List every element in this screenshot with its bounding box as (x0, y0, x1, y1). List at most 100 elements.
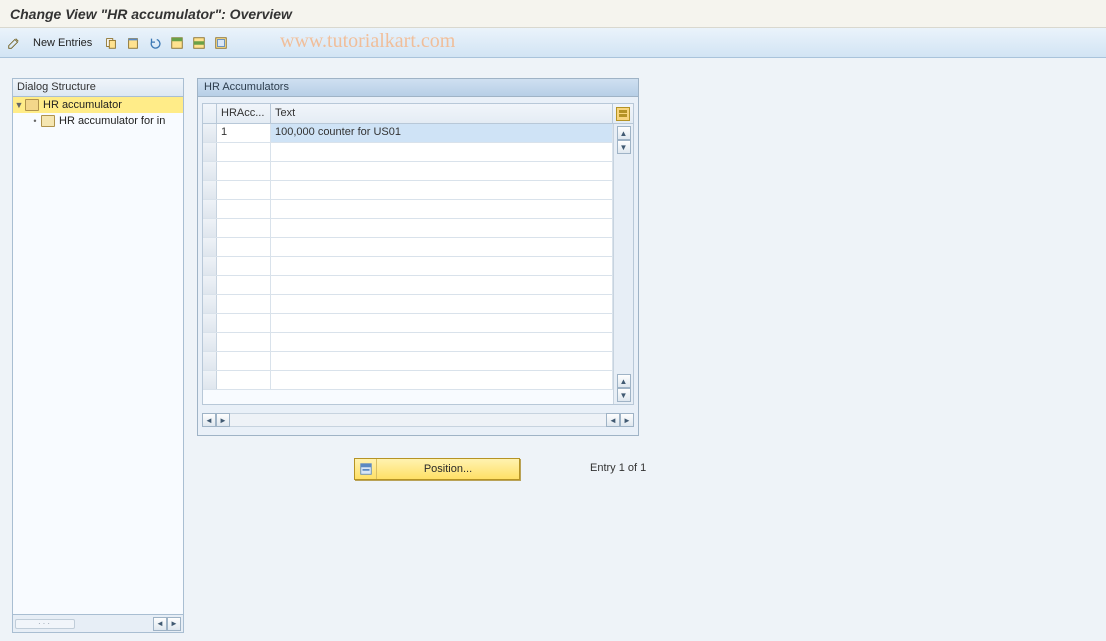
cell-hracc[interactable] (217, 181, 271, 199)
position-button[interactable]: Position... (354, 458, 520, 480)
cell-hracc[interactable] (217, 295, 271, 313)
scroll-left-icon[interactable]: ◄ (153, 617, 167, 631)
cell-hracc[interactable]: 1 (217, 124, 271, 142)
cell-text[interactable]: 100,000 counter for US01 (271, 124, 613, 142)
row-selector[interactable] (203, 257, 217, 275)
table-row[interactable] (203, 295, 613, 314)
scroll-right-icon[interactable]: ► (167, 617, 181, 631)
new-entries-button[interactable]: New Entries (26, 33, 99, 53)
table-row[interactable]: 1 100,000 counter for US01 (203, 124, 613, 143)
cell-hracc[interactable] (217, 314, 271, 332)
cell-text[interactable] (271, 257, 613, 275)
row-selector[interactable] (203, 162, 217, 180)
table-row[interactable] (203, 181, 613, 200)
page-title: Change View "HR accumulator": Overview (10, 6, 292, 22)
new-entries-label: New Entries (33, 37, 92, 49)
scroll-up-icon[interactable]: ▲ (617, 126, 631, 140)
dialog-structure-header: Dialog Structure (13, 79, 183, 97)
tree-item-hr-accumulator[interactable]: ▼ HR accumulator (13, 97, 183, 113)
table-row[interactable] (203, 200, 613, 219)
position-icon (355, 459, 377, 479)
table-row[interactable] (203, 314, 613, 333)
cell-text[interactable] (271, 333, 613, 351)
cell-text[interactable] (271, 371, 613, 389)
cell-hracc[interactable] (217, 238, 271, 256)
scroll-down-icon[interactable]: ▼ (617, 140, 631, 154)
table-row[interactable] (203, 371, 613, 390)
row-selector[interactable] (203, 124, 217, 142)
cell-text[interactable] (271, 162, 613, 180)
row-selector[interactable] (203, 238, 217, 256)
select-block-icon[interactable] (189, 33, 209, 53)
table-row[interactable] (203, 143, 613, 162)
table-row[interactable] (203, 352, 613, 371)
grid-horizontal-scrollbar[interactable]: ◄ ► ◄ ► (202, 411, 634, 429)
cell-hracc[interactable] (217, 333, 271, 351)
cell-text[interactable] (271, 295, 613, 313)
row-selector[interactable] (203, 314, 217, 332)
cell-hracc[interactable] (217, 200, 271, 218)
copy-as-icon[interactable] (101, 33, 121, 53)
grid-header-row: HRAcc... Text (203, 104, 633, 124)
hr-panel-header: HR Accumulators (198, 79, 638, 97)
grid-header-selector[interactable] (203, 104, 217, 123)
table-settings-icon (616, 107, 630, 121)
resize-handle[interactable]: ··· (15, 619, 75, 629)
tree-toggle-icon[interactable]: ▼ (13, 100, 25, 110)
hr-grid: HRAcc... Text 1 100,000 counter for US01 (202, 103, 634, 405)
cell-text[interactable] (271, 200, 613, 218)
table-row[interactable] (203, 219, 613, 238)
tree-bullet-icon: • (29, 116, 41, 126)
table-row[interactable] (203, 276, 613, 295)
cell-hracc[interactable] (217, 219, 271, 237)
cell-text[interactable] (271, 276, 613, 294)
select-all-icon[interactable] (167, 33, 187, 53)
table-row[interactable] (203, 238, 613, 257)
undo-icon[interactable] (145, 33, 165, 53)
tree-item-hr-accumulator-sub[interactable]: • HR accumulator for in (13, 113, 183, 129)
row-selector[interactable] (203, 219, 217, 237)
toggle-change-icon[interactable] (4, 33, 24, 53)
folder-closed-icon (41, 115, 55, 127)
cell-text[interactable] (271, 352, 613, 370)
grid-header-text[interactable]: Text (271, 104, 613, 123)
cell-text[interactable] (271, 181, 613, 199)
row-selector[interactable] (203, 276, 217, 294)
table-row[interactable] (203, 333, 613, 352)
scroll-up-icon[interactable]: ▲ (617, 374, 631, 388)
grid-vertical-scrollbar[interactable]: ▲ ▼ ▲ ▼ (613, 124, 633, 404)
cell-text[interactable] (271, 143, 613, 161)
scroll-left-icon[interactable]: ◄ (606, 413, 620, 427)
cell-hracc[interactable] (217, 371, 271, 389)
scroll-right-icon[interactable]: ► (216, 413, 230, 427)
watermark-text: www.tutorialkart.com (280, 30, 455, 53)
cell-hracc[interactable] (217, 143, 271, 161)
scroll-right-icon[interactable]: ► (620, 413, 634, 427)
cell-hracc[interactable] (217, 352, 271, 370)
row-selector[interactable] (203, 200, 217, 218)
cell-text[interactable] (271, 238, 613, 256)
row-selector[interactable] (203, 352, 217, 370)
row-selector[interactable] (203, 333, 217, 351)
table-row[interactable] (203, 162, 613, 181)
cell-hracc[interactable] (217, 257, 271, 275)
cell-hracc[interactable] (217, 276, 271, 294)
folder-open-icon (25, 99, 39, 111)
scroll-left-icon[interactable]: ◄ (202, 413, 216, 427)
scroll-down-icon[interactable]: ▼ (617, 388, 631, 402)
table-row[interactable] (203, 257, 613, 276)
deselect-all-icon[interactable] (211, 33, 231, 53)
grid-config-button[interactable] (613, 104, 633, 123)
row-selector[interactable] (203, 371, 217, 389)
cell-text[interactable] (271, 219, 613, 237)
grid-body: 1 100,000 counter for US01 (203, 124, 613, 404)
row-selector[interactable] (203, 143, 217, 161)
delete-icon[interactable] (123, 33, 143, 53)
row-selector[interactable] (203, 295, 217, 313)
row-selector[interactable] (203, 181, 217, 199)
cell-hracc[interactable] (217, 162, 271, 180)
cell-text[interactable] (271, 314, 613, 332)
grid-header-hracc[interactable]: HRAcc... (217, 104, 271, 123)
dialog-tree: ▼ HR accumulator • HR accumulator for in (13, 97, 183, 129)
scroll-track[interactable] (230, 413, 606, 427)
